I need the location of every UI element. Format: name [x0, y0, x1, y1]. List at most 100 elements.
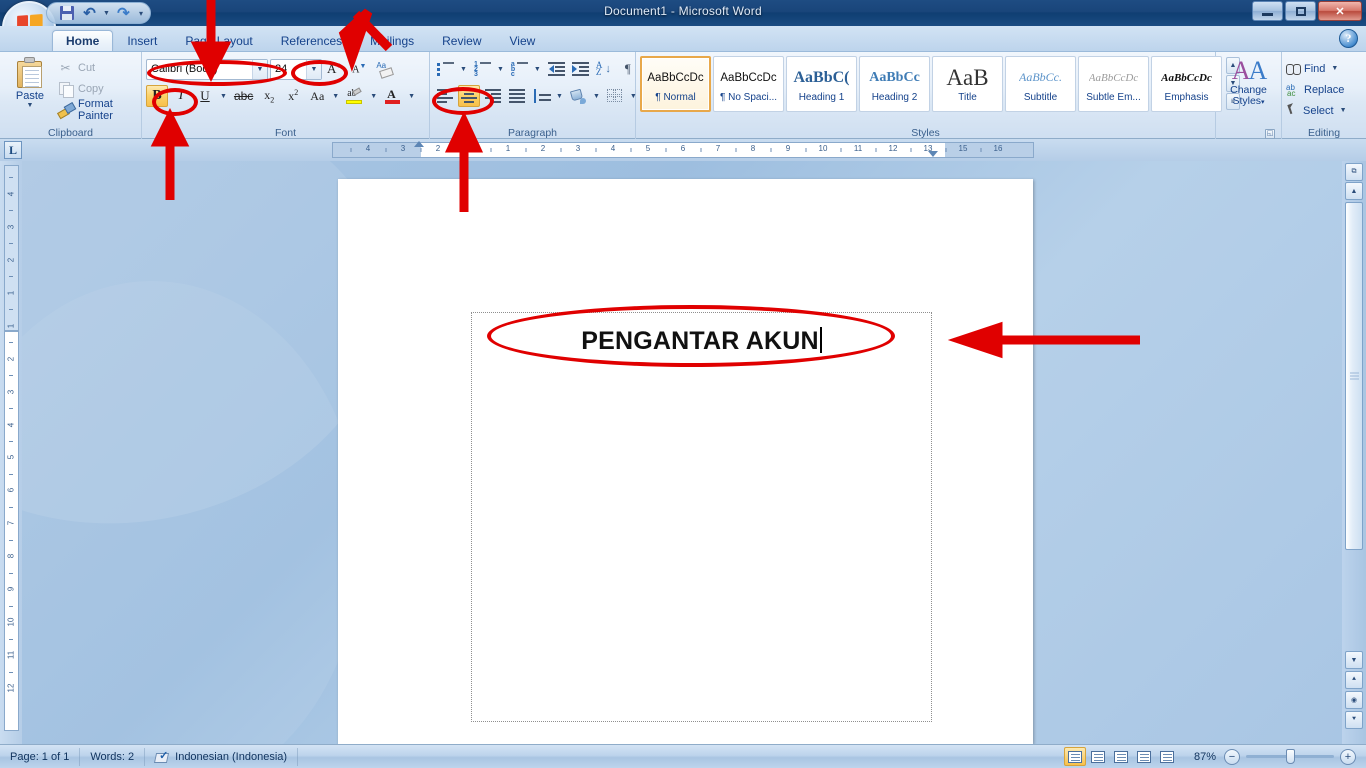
tab-mailings[interactable]: Mailings	[356, 30, 428, 52]
style-title[interactable]: AaB Title	[932, 56, 1003, 112]
tab-page-layout[interactable]: Page Layout	[171, 30, 266, 52]
scroll-up-button[interactable]: ▲	[1345, 182, 1363, 200]
tab-stop-selector[interactable]: L	[4, 141, 22, 159]
select-browse-object-button[interactable]: ⧉	[1345, 163, 1363, 181]
undo-button[interactable]: ↶	[80, 4, 99, 22]
font-color-dropdown-icon[interactable]: ▼	[406, 93, 417, 100]
sort-button[interactable]: A Z ↓	[593, 58, 615, 80]
bullets-dropdown-icon[interactable]: ▼	[458, 66, 469, 73]
vertical-ruler[interactable]: 4 3 2 1 1 2 3 4 5 6 7 8 9 10 11 12	[0, 161, 22, 744]
vertical-scrollbar[interactable]: ⧉ ▲ ▼ ⯅ ◉ ⯆	[1342, 161, 1366, 744]
bullets-button[interactable]	[434, 58, 456, 80]
vertical-ruler-minor-tick	[9, 342, 13, 344]
tab-home[interactable]: Home	[52, 30, 114, 52]
view-buttons	[1063, 747, 1186, 766]
style-heading-2[interactable]: AaBbCc Heading 2	[859, 56, 930, 112]
help-button[interactable]: ?	[1339, 29, 1358, 48]
borders-button[interactable]	[604, 85, 626, 107]
minimize-button[interactable]	[1252, 1, 1283, 21]
style-normal[interactable]: AaBbCcDc ¶ Normal	[640, 56, 711, 112]
change-styles-button[interactable]: AA Change Styles▾	[1220, 55, 1277, 126]
zoom-slider-control[interactable]: − +	[1224, 748, 1366, 765]
superscript-button[interactable]: x2	[282, 85, 304, 107]
replace-button[interactable]: ab ac Replace	[1286, 80, 1362, 99]
zoom-out-button[interactable]: −	[1224, 748, 1240, 765]
hanging-indent-marker[interactable]	[928, 151, 938, 157]
decrease-indent-button[interactable]	[545, 58, 567, 80]
multilevel-list-button[interactable]: abc	[508, 58, 530, 80]
tab-insert[interactable]: Insert	[113, 30, 171, 52]
save-button[interactable]	[57, 4, 76, 22]
change-case-button[interactable]: Aa	[306, 85, 328, 107]
increase-indent-button[interactable]	[569, 58, 591, 80]
view-full-screen-reading-button[interactable]	[1087, 747, 1109, 766]
select-dropdown-icon[interactable]: ▼	[1338, 107, 1349, 114]
style-subtitle[interactable]: AaBbCc. Subtitle	[1005, 56, 1076, 112]
cut-button[interactable]: ✂ Cut	[56, 59, 137, 77]
change-case-dropdown-icon[interactable]: ▼	[330, 93, 341, 100]
zoom-level-label[interactable]: 87%	[1186, 751, 1224, 763]
change-styles-dialog-launcher[interactable]: ◱	[1265, 129, 1275, 139]
line-spacing-button[interactable]	[530, 85, 552, 107]
zoom-slider-track[interactable]	[1246, 749, 1334, 764]
style-subtle-emphasis[interactable]: AaBbCcDc Subtle Em...	[1078, 56, 1149, 112]
subscript-button[interactable]: x2	[258, 85, 280, 107]
text-highlight-button[interactable]: ab	[343, 85, 366, 107]
numbering-dropdown-icon[interactable]: ▼	[495, 66, 506, 73]
scroll-down-button[interactable]: ▼	[1345, 651, 1363, 669]
numbering-button[interactable]: 123	[471, 58, 493, 80]
style-heading-2-sample: AaBbCc	[869, 69, 920, 85]
tab-view[interactable]: View	[496, 30, 550, 52]
format-painter-button[interactable]: Format Painter	[56, 98, 137, 122]
style-heading-1[interactable]: AaBbC( Heading 1	[786, 56, 857, 112]
horizontal-ruler[interactable]: L 4 3 2 1 1 2 3 4 5 6 7 8 9 10 11 12 13 15 16	[0, 139, 1366, 161]
select-button[interactable]: Select ▼	[1286, 101, 1362, 120]
justify-button[interactable]	[506, 85, 528, 107]
underline-dropdown-icon[interactable]: ▼	[218, 93, 229, 100]
previous-page-button[interactable]: ⯅	[1345, 671, 1363, 689]
line-spacing-dropdown-icon[interactable]: ▼	[554, 93, 565, 100]
document-workspace[interactable]: PENGANTAR AKUN	[22, 161, 1342, 744]
find-dropdown-icon[interactable]: ▼	[1329, 65, 1340, 72]
web-layout-icon	[1113, 750, 1128, 763]
first-line-indent-marker[interactable]	[414, 141, 424, 147]
undo-dropdown-icon[interactable]: ▼	[103, 10, 110, 17]
font-color-button[interactable]: A	[381, 85, 404, 107]
shading-button[interactable]	[567, 85, 589, 107]
browse-object-button[interactable]: ◉	[1345, 691, 1363, 709]
highlight-dropdown-icon[interactable]: ▼	[368, 93, 379, 100]
multilevel-dropdown-icon[interactable]: ▼	[532, 66, 543, 73]
close-button[interactable]: ✕	[1318, 1, 1362, 21]
clear-formatting-button[interactable]: Aa	[372, 58, 396, 80]
tab-references[interactable]: References	[267, 30, 356, 52]
document-page[interactable]: PENGANTAR AKUN	[338, 179, 1033, 744]
page-indicator[interactable]: Page: 1 of 1	[0, 747, 81, 766]
view-draft-button[interactable]	[1156, 747, 1178, 766]
change-styles-icon: AA	[1231, 56, 1268, 85]
language-indicator[interactable]: Indonesian (Indonesia)	[145, 747, 299, 766]
zoom-slider-handle[interactable]	[1286, 749, 1295, 764]
annotation-ellipse-font-name	[147, 60, 287, 86]
next-page-button[interactable]: ⯆	[1345, 711, 1363, 729]
shading-dropdown-icon[interactable]: ▼	[591, 93, 602, 100]
restore-button[interactable]	[1285, 1, 1316, 21]
zoom-in-button[interactable]: +	[1340, 748, 1356, 765]
paste-button[interactable]: Paste ▼	[4, 55, 56, 126]
strikethrough-button[interactable]: abc	[231, 85, 256, 107]
view-outline-button[interactable]	[1133, 747, 1155, 766]
view-web-layout-button[interactable]	[1110, 747, 1132, 766]
style-no-spacing[interactable]: AaBbCcDc ¶ No Spaci...	[713, 56, 784, 112]
redo-button[interactable]: ↷	[114, 4, 133, 22]
style-emphasis[interactable]: AaBbCcDc Emphasis	[1151, 56, 1222, 112]
text-box-frame[interactable]: PENGANTAR AKUN	[471, 312, 932, 722]
scrollbar-thumb[interactable]	[1345, 202, 1363, 550]
copy-button[interactable]: Copy	[56, 80, 137, 98]
word-count-indicator[interactable]: Words: 2	[80, 747, 146, 766]
tab-review[interactable]: Review	[428, 30, 495, 52]
vertical-ruler-tick-label: 4	[6, 191, 16, 197]
shrink-font-button[interactable]: A▼	[348, 58, 370, 80]
paste-dropdown-icon[interactable]: ▼	[27, 102, 34, 109]
find-button[interactable]: Find ▼	[1286, 59, 1362, 78]
customize-qat-icon[interactable]: ▾	[139, 9, 143, 18]
view-print-layout-button[interactable]	[1063, 747, 1086, 766]
